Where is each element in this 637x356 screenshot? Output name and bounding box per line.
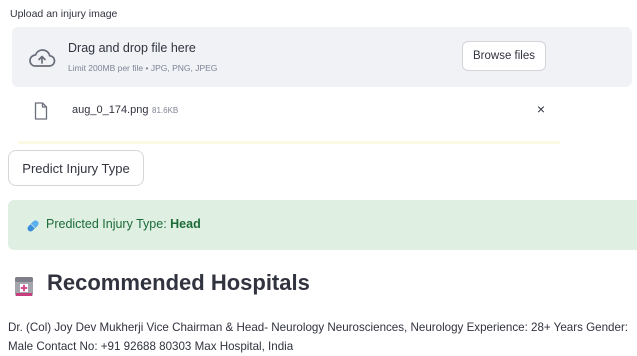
- file-name: aug_0_174.png: [72, 104, 149, 116]
- predict-injury-button[interactable]: Predict Injury Type: [8, 150, 144, 186]
- uploaded-file-row: aug_0_174.png 81.6KB ×: [12, 96, 632, 126]
- browse-files-button[interactable]: Browse files: [462, 41, 546, 71]
- hospital-recommendation-text: Dr. (Col) Joy Dev Mukherji Vice Chairman…: [8, 321, 629, 353]
- prediction-success-alert: Predicted Injury Type: Head: [8, 200, 637, 250]
- dropzone-limit-text: Limit 200MB per file • JPG, PNG, JPEG: [68, 63, 218, 73]
- file-dropzone[interactable]: Drag and drop file here Limit 200MB per …: [12, 27, 632, 87]
- progress-divider: [18, 141, 560, 144]
- dropzone-title: Drag and drop file here: [68, 41, 196, 55]
- file-icon: [34, 102, 48, 120]
- remove-file-close-icon[interactable]: ×: [532, 100, 550, 118]
- upload-label: Upload an injury image: [10, 8, 118, 20]
- prediction-result-text: Predicted Injury Type: Head: [46, 217, 201, 231]
- recommended-hospitals-heading: Recommended Hospitals: [47, 270, 310, 295]
- pill-icon: [27, 220, 39, 232]
- prediction-prefix: Predicted Injury Type:: [46, 217, 171, 231]
- prediction-value: Head: [170, 217, 201, 231]
- cloud-upload-icon: [29, 49, 56, 67]
- hospital-icon: [15, 277, 33, 296]
- file-size: 81.6KB: [152, 106, 179, 115]
